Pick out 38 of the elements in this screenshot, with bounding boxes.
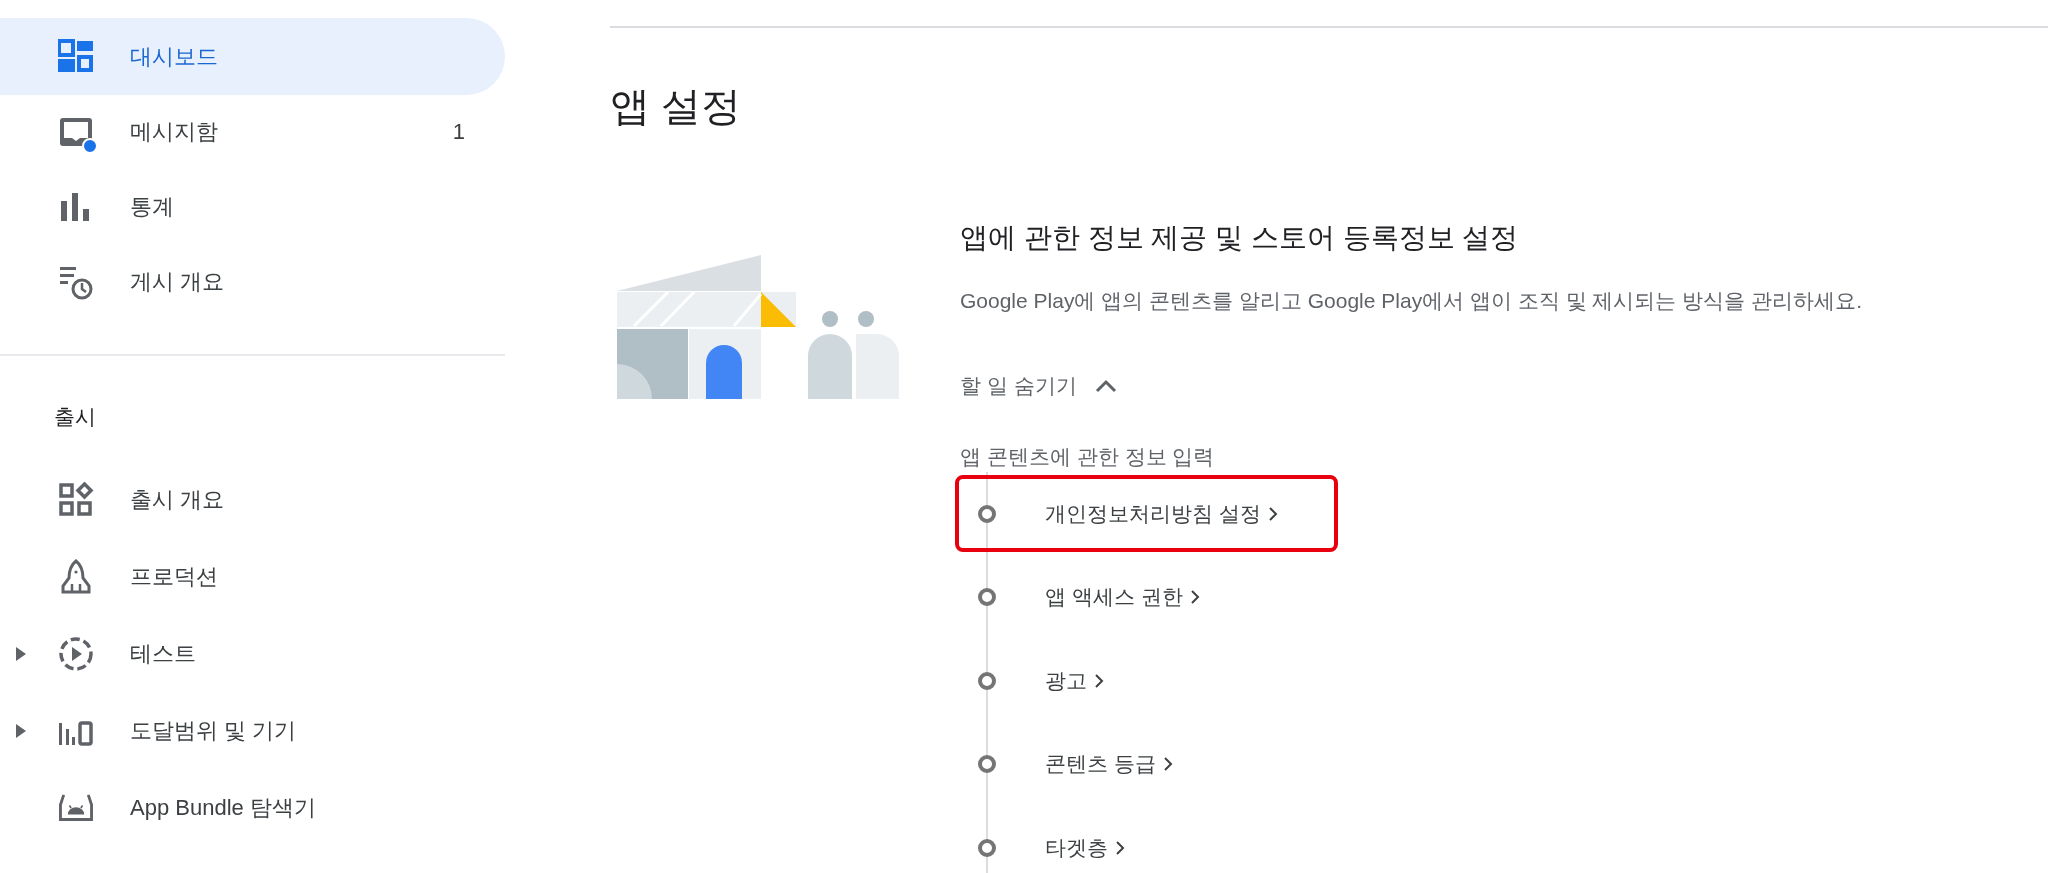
task-link[interactable]: 개인정보처리방침 설정 xyxy=(955,475,1338,552)
timeline-dot xyxy=(978,588,996,606)
unread-count: 1 xyxy=(452,118,465,145)
timeline-dot xyxy=(978,838,996,857)
sidebar-item[interactable]: 메시지함 1 xyxy=(0,93,505,170)
task-link[interactable]: 앱 액세스 권한 xyxy=(955,558,1338,636)
sidebar-item[interactable]: 프로덕션 xyxy=(0,538,505,615)
task-link[interactable]: 광고 xyxy=(955,642,1338,719)
sidebar-item[interactable]: App Bundle 탐색기 xyxy=(0,769,505,846)
expand-arrow-icon[interactable] xyxy=(16,723,26,738)
hide-tasks-toggle[interactable]: 할 일 숨기기 xyxy=(960,368,1117,404)
chevron-icon xyxy=(1116,840,1125,855)
expand-arrow-icon[interactable] xyxy=(16,646,26,661)
chevron-icon xyxy=(1268,506,1278,521)
sidebar-item[interactable]: 통계 xyxy=(0,168,505,245)
sidebar-item[interactable]: 게시 개요 xyxy=(0,243,505,320)
tasks-heading: 앱 콘텐츠에 관한 정보 입력 xyxy=(960,444,1215,470)
timeline-dot xyxy=(978,504,996,523)
play-circle-icon xyxy=(58,635,94,672)
chevron-icon xyxy=(1190,590,1200,604)
sidebar-item[interactable]: 테스트 xyxy=(0,615,505,692)
dashboard-icon xyxy=(58,38,94,75)
section-heading: 출시 xyxy=(54,404,96,430)
rocket-icon xyxy=(58,558,94,595)
task-link[interactable]: 타겟층 xyxy=(955,809,1338,873)
page-title: 앱 설정 xyxy=(610,83,743,130)
section-title: 앱에 관한 정보 제공 및 스토어 등록정보 설정 xyxy=(960,221,1519,255)
sidebar-item[interactable]: 대시보드 xyxy=(0,18,505,95)
timeline-dot xyxy=(978,755,996,773)
shapes-icon xyxy=(58,481,94,518)
sidebar-item[interactable]: 출시 개요 xyxy=(0,461,505,538)
sidebar-item[interactable]: 도달범위 및 기기 xyxy=(0,692,505,769)
section-description: Google Play에 앱의 콘텐츠를 알리고 Google Play에서 앱이 조직 및 제시되는 방식을 관리하세요. xyxy=(960,288,1862,314)
timeline-dot xyxy=(978,671,996,690)
chevron-icon xyxy=(1163,757,1173,771)
chevron-icon xyxy=(1094,379,1117,393)
task-link[interactable]: 콘텐츠 등급 xyxy=(955,725,1338,803)
chevron-icon xyxy=(1095,673,1104,688)
